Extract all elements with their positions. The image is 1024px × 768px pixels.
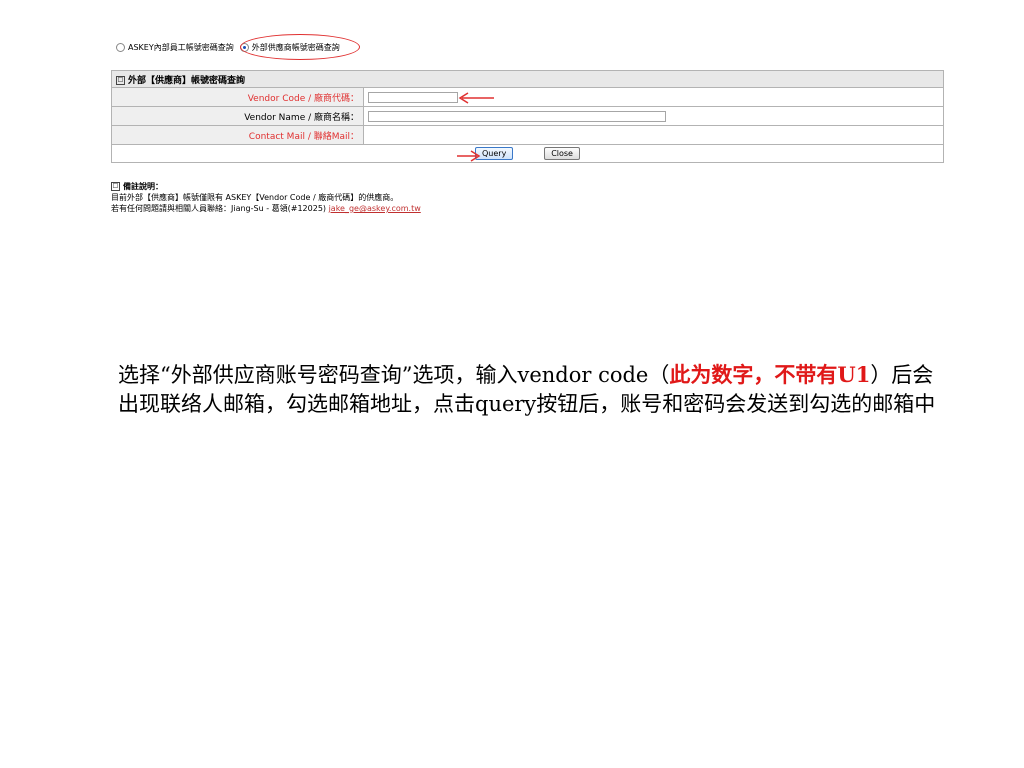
notes-line-1: 目前外部【供應商】帳號僅限有 ASKEY【Vendor Code / 廠商代碼】… <box>111 193 399 202</box>
button-row: Query Close <box>111 144 944 163</box>
collapse-box-icon: □ <box>116 75 125 85</box>
contact-email-link[interactable]: jake_ge@askey.com.tw <box>329 204 421 213</box>
vendor-name-cell <box>363 106 944 126</box>
query-arrow-icon <box>457 150 481 162</box>
internal-employee-radio[interactable] <box>116 42 125 52</box>
instruction-text: 选择“外部供应商账号密码查询”选项，输入vendor code（此为数字，不带有… <box>118 360 948 419</box>
vendor-code-input[interactable] <box>368 91 458 103</box>
notes-title-row: □ 備註說明： <box>111 181 421 192</box>
vendor-query-form: □ 外部【供應商】帳號密碼查詢 Vendor Code / 廠商代碼： Vendo… <box>111 70 944 163</box>
vendor-code-row: Vendor Code / 廠商代碼： <box>111 87 944 107</box>
notes-title: 備註說明： <box>123 182 163 191</box>
vendor-code-arrow-icon <box>458 92 494 104</box>
form-header: □ 外部【供應商】帳號密碼查詢 <box>111 70 944 88</box>
contact-mail-row: Contact Mail / 聯絡Mail： <box>111 125 944 145</box>
vendor-name-input[interactable] <box>368 110 666 122</box>
contact-mail-cell <box>363 125 944 145</box>
notes-section: □ 備註說明： 目前外部【供應商】帳號僅限有 ASKEY【Vendor Code … <box>111 181 421 214</box>
vendor-name-row: Vendor Name / 廠商名稱： <box>111 106 944 126</box>
instruction-part-1: 选择“外部供应商账号密码查询”选项，输入vendor code（ <box>118 363 670 387</box>
close-button[interactable]: Close <box>544 147 580 160</box>
notes-line-2: 若有任何問題請與相關人員聯絡：Jiang-Su - 葛領(#12025) jak… <box>111 203 421 214</box>
internal-employee-label: ASKEY內部員工帳號密碼查詢 <box>128 42 234 52</box>
vendor-code-label: Vendor Code / 廠商代碼： <box>111 87 364 107</box>
contact-mail-label: Contact Mail / 聯絡Mail： <box>111 125 364 145</box>
form-header-row: □ 外部【供應商】帳號密碼查詢 <box>111 70 944 88</box>
button-cell: Query Close <box>111 144 944 163</box>
notes-contact-text: 若有任何問題請與相關人員聯絡：Jiang-Su - 葛領(#12025) <box>111 204 329 213</box>
instruction-part-2: 此为数字，不带有U1 <box>669 362 871 387</box>
form-title: 外部【供應商】帳號密碼查詢 <box>128 75 246 86</box>
notes-box-icon: □ <box>111 182 120 191</box>
vendor-code-cell <box>363 87 944 107</box>
highlight-ellipse <box>240 34 360 60</box>
vendor-name-label: Vendor Name / 廠商名稱： <box>111 106 364 126</box>
internal-employee-option[interactable]: ASKEY內部員工帳號密碼查詢 <box>116 42 234 53</box>
